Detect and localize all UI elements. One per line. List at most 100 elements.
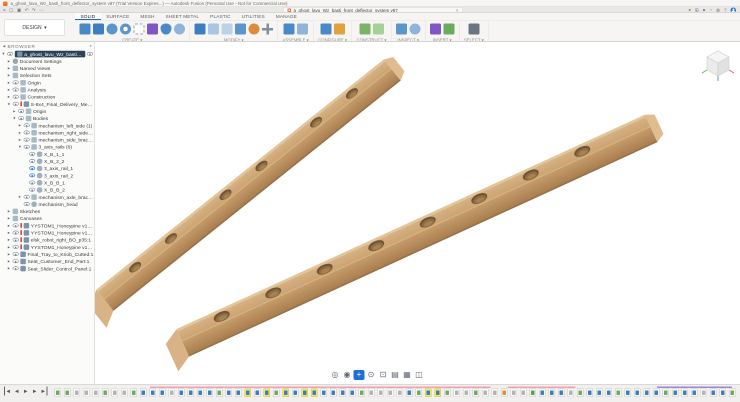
- play-button[interactable]: ▶: [22, 387, 30, 396]
- measure-icon[interactable]: [396, 24, 407, 35]
- display-settings-button[interactable]: ▤: [390, 370, 401, 380]
- timeline-feature-extrude-feature[interactable]: [539, 389, 546, 398]
- close-tab-icon[interactable]: ×: [456, 8, 459, 13]
- tree-expand-caret[interactable]: ▸: [18, 130, 22, 135]
- workspace-selector[interactable]: DESIGN ▾: [4, 20, 65, 36]
- timeline-feature-construct-feature[interactable]: [83, 389, 90, 398]
- timeline-feature-extrude-feature[interactable]: [549, 389, 556, 398]
- browser-tree-row[interactable]: ▸Sketches: [0, 208, 95, 215]
- visibility-eye-icon[interactable]: [13, 266, 19, 270]
- visibility-eye-icon[interactable]: [13, 259, 19, 263]
- tree-expand-caret[interactable]: ▸: [7, 230, 11, 235]
- timeline-feature-extrude-feature[interactable]: [710, 389, 717, 398]
- timeline-feature-extrude-feature[interactable]: [140, 389, 147, 398]
- tree-expand-caret[interactable]: ▸: [7, 73, 11, 78]
- timeline-feature-construct-feature[interactable]: [93, 389, 100, 398]
- timeline-feature-sketch[interactable]: [55, 389, 62, 398]
- browser-tree-row[interactable]: ▸Construction: [0, 93, 95, 100]
- configuration-table-icon[interactable]: [320, 24, 331, 35]
- timeline-feature-extrude-feature[interactable]: [406, 389, 413, 398]
- timeline-feature-sketch[interactable]: [615, 389, 622, 398]
- timeline-feature-construct-feature[interactable]: [368, 389, 375, 398]
- browser-tree-row[interactable]: ▸Origin: [0, 79, 95, 86]
- look-at-button[interactable]: ◉: [342, 370, 353, 380]
- visibility-eye-icon[interactable]: [13, 224, 19, 228]
- assemble-new-component-icon[interactable]: [283, 24, 294, 35]
- timeline-feature-construct-feature[interactable]: [568, 389, 575, 398]
- browser-tree-row[interactable]: ▸YYSTOM1_Honeypine v156:1: [0, 222, 95, 229]
- timeline-feature-extrude-feature[interactable]: [197, 389, 204, 398]
- timeline-feature-extrude-feature[interactable]: [653, 389, 660, 398]
- timeline-feature-extrude-feature[interactable]: [682, 389, 689, 398]
- browser-tree-row[interactable]: ▸Selection Sets: [0, 72, 95, 79]
- timeline-feature-extrude-feature[interactable]: [292, 389, 299, 398]
- visibility-eye-icon[interactable]: [13, 238, 19, 242]
- model-canvas[interactable]: [95, 42, 740, 384]
- new-component-icon[interactable]: [80, 24, 91, 35]
- timeline-feature-extrude-feature[interactable]: [340, 389, 347, 398]
- visibility-eye-icon[interactable]: [29, 166, 35, 170]
- ribbon-tab-sheet-metal[interactable]: SHEET METAL: [160, 13, 205, 20]
- browser-tree-row[interactable]: ▾3_axis_rails (6): [0, 143, 95, 150]
- timeline-feature-extrude-feature[interactable]: [226, 389, 233, 398]
- view-cube[interactable]: [700, 47, 736, 83]
- ribbon-tab-plastic[interactable]: PLASTIC: [205, 13, 237, 20]
- hole-icon[interactable]: [120, 24, 131, 35]
- tree-expand-caret[interactable]: ▸: [7, 237, 11, 242]
- tree-expand-caret[interactable]: ▾: [1, 51, 5, 56]
- timeline-feature-extrude-feature[interactable]: [644, 389, 651, 398]
- timeline-feature-sketch[interactable]: [663, 389, 670, 398]
- visibility-eye-icon[interactable]: [29, 188, 35, 192]
- box-icon[interactable]: [147, 24, 158, 35]
- ribbon-tab-surface[interactable]: SURFACE: [101, 13, 135, 20]
- timeline-feature-extrude-feature[interactable]: [349, 389, 356, 398]
- tree-expand-caret[interactable]: ▸: [7, 252, 11, 257]
- timeline-feature-construct-feature[interactable]: [492, 389, 499, 398]
- visibility-eye-icon[interactable]: [13, 245, 19, 249]
- browser-tree-row[interactable]: ▸Document Settings: [0, 57, 95, 64]
- browser-tree-row[interactable]: ▸Final_Tray_to_Knob_Cutted:1: [0, 250, 95, 257]
- canvas-icon[interactable]: [443, 24, 454, 35]
- timeline-feature-extrude-feature[interactable]: [558, 389, 565, 398]
- timeline-feature-extrude-feature[interactable]: [720, 389, 727, 398]
- extrude-icon[interactable]: [93, 24, 104, 35]
- browser-tree-row[interactable]: ▸mechanism_left_side (1): [0, 122, 95, 129]
- tree-expand-caret[interactable]: ▸: [7, 244, 11, 249]
- timeline-feature-feature-highlighted[interactable]: [311, 389, 318, 398]
- go-to-end-button[interactable]: ▶: [40, 387, 48, 396]
- browser-tree-row[interactable]: ▸mechanism_right_side (1): [0, 129, 95, 136]
- selected-root-node[interactable]: a_ghost_lavu_Wz_basti_fron...: [15, 51, 85, 58]
- timeline-feature-construct-feature[interactable]: [387, 389, 394, 398]
- timeline-feature-construct-feature[interactable]: [511, 389, 518, 398]
- timeline-feature-extrude-feature[interactable]: [691, 389, 698, 398]
- fit-button[interactable]: ⊡: [378, 370, 389, 380]
- timeline-feature-feature-highlighted[interactable]: [283, 389, 290, 398]
- viewports-button[interactable]: ◫: [414, 370, 425, 380]
- timeline-feature-sketch[interactable]: [216, 389, 223, 398]
- physical-material-icon[interactable]: [249, 24, 260, 35]
- coil-icon[interactable]: [174, 24, 185, 35]
- browser-tree-row[interactable]: ▾Bodies: [0, 115, 95, 122]
- timeline-feature-extrude-feature[interactable]: [672, 389, 679, 398]
- tree-expand-caret[interactable]: ▸: [7, 59, 11, 64]
- step-forward-button[interactable]: ▶: [31, 387, 39, 396]
- joint-icon[interactable]: [297, 24, 308, 35]
- timeline-feature-construct-feature[interactable]: [74, 389, 81, 398]
- tree-expand-caret[interactable]: ▸: [18, 137, 22, 142]
- tree-expand-caret[interactable]: ▾: [18, 144, 22, 149]
- visibility-eye-icon[interactable]: [29, 152, 35, 156]
- browser-tree-row[interactable]: ▸Named Views: [0, 65, 95, 72]
- tree-expand-caret[interactable]: ▸: [7, 209, 11, 214]
- configure-pin-icon[interactable]: [334, 24, 345, 35]
- go-to-start-button[interactable]: ◀: [4, 387, 12, 396]
- move-copy-icon[interactable]: [262, 24, 273, 35]
- ribbon-tab-manage[interactable]: MANAGE: [270, 13, 302, 20]
- timeline-feature-extrude-feature[interactable]: [207, 389, 214, 398]
- timeline-feature-feature-highlighted[interactable]: [302, 389, 309, 398]
- browser-tree-row[interactable]: ▸Seat_Slider_Control_Panel:1: [0, 265, 95, 272]
- timeline-feature-feature-highlighted[interactable]: [264, 389, 271, 398]
- browser-tree-row[interactable]: X_B_2_2: [0, 158, 95, 165]
- timeline-feature-extrude-feature[interactable]: [321, 389, 328, 398]
- visibility-eye-icon[interactable]: [24, 195, 30, 199]
- timeline-feature-extrude-feature[interactable]: [159, 389, 166, 398]
